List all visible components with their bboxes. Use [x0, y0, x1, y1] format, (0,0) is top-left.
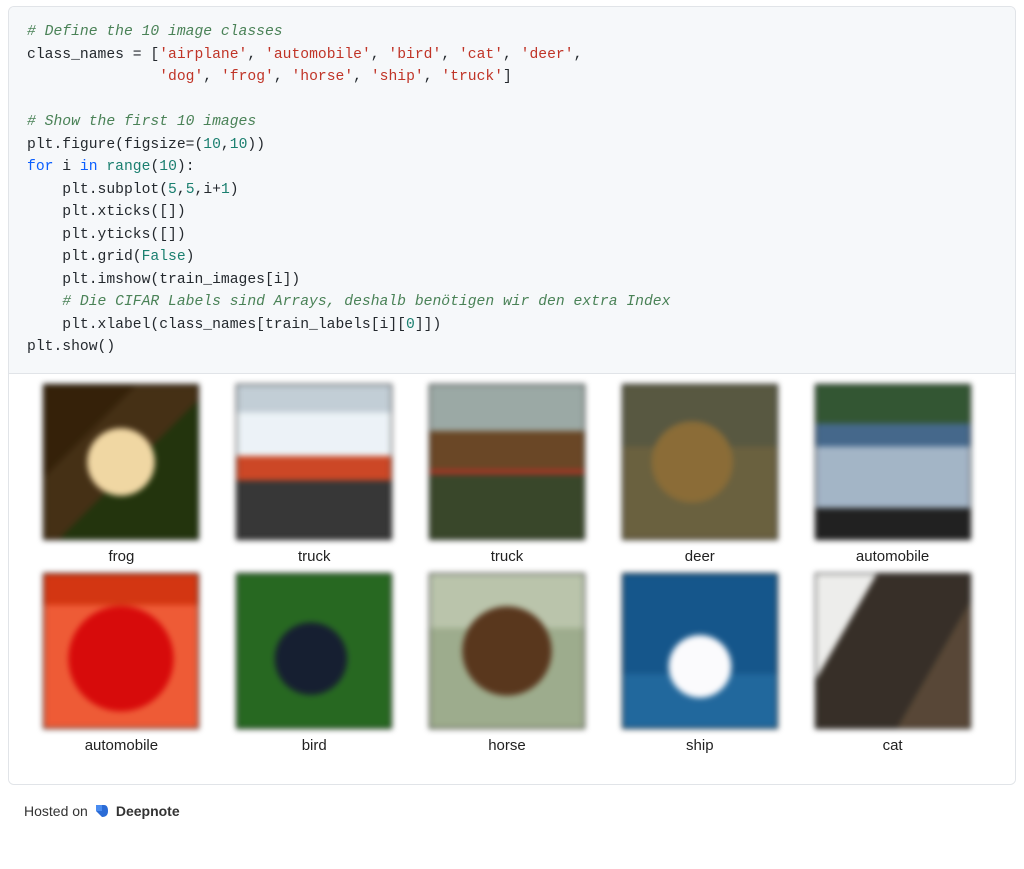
code-text: plt.show()	[27, 339, 115, 355]
code-keyword: for	[27, 159, 53, 175]
footer: Hosted on Deepnote	[0, 789, 1024, 833]
code-comment: # Show the first 10 images	[27, 114, 256, 130]
code-text: plt.yticks([])	[27, 227, 186, 243]
thumbnail-label: cat	[883, 737, 903, 754]
grid-item: truck	[413, 384, 602, 573]
thumbnail-image	[622, 573, 778, 729]
grid-item: deer	[605, 384, 794, 573]
thumbnail-label: truck	[298, 548, 331, 565]
code-keyword: in	[80, 159, 98, 175]
notebook-cell: # Define the 10 image classes class_name…	[8, 6, 1016, 785]
code-string: 'dog'	[159, 69, 203, 85]
thumbnail-image	[429, 573, 585, 729]
thumbnail-label: deer	[685, 548, 715, 565]
code-text: plt.figure(figsize=(	[27, 137, 203, 153]
footer-brand: Deepnote	[116, 803, 180, 819]
code-number: 10	[159, 159, 177, 175]
code-comment: # Define the 10 image classes	[27, 24, 283, 40]
code-text: plt.xlabel(class_names[train_labels[i][	[27, 317, 406, 333]
code-string: 'airplane'	[159, 47, 247, 63]
code-string: 'ship'	[371, 69, 424, 85]
code-text: class_names = [	[27, 47, 159, 63]
code-number: 10	[230, 137, 248, 153]
thumbnail-image	[815, 384, 971, 540]
code-keyword: False	[142, 249, 186, 265]
grid-item: ship	[605, 573, 794, 762]
grid-item: automobile	[27, 573, 216, 762]
code-input[interactable]: # Define the 10 image classes class_name…	[9, 7, 1015, 374]
thumbnail-label: bird	[302, 737, 327, 754]
thumbnail-image	[815, 573, 971, 729]
thumbnail-image	[429, 384, 585, 540]
code-string: 'frog'	[221, 69, 274, 85]
image-grid: frog truck truck deer automobile automobile bi…	[27, 384, 987, 762]
code-string: 'horse'	[291, 69, 353, 85]
thumbnail-image	[43, 573, 199, 729]
code-number: 0	[406, 317, 415, 333]
code-builtin: range	[98, 159, 151, 175]
code-text: plt.imshow(train_images[i])	[27, 272, 300, 288]
grid-item: truck	[220, 384, 409, 573]
grid-item: frog	[27, 384, 216, 573]
code-string: 'bird'	[388, 47, 441, 63]
thumbnail-label: frog	[108, 548, 134, 565]
thumbnail-label: truck	[491, 548, 524, 565]
code-text: plt.grid(	[27, 249, 142, 265]
thumbnail-image	[622, 384, 778, 540]
code-string: 'cat'	[459, 47, 503, 63]
output-area[interactable]: frog truck truck deer automobile automobile bi…	[9, 374, 1015, 784]
grid-item: cat	[798, 573, 987, 762]
code-string: 'truck'	[441, 69, 503, 85]
code-comment: # Die CIFAR Labels sind Arrays, deshalb …	[27, 294, 670, 310]
code-number: 5	[168, 182, 177, 198]
thumbnail-label: ship	[686, 737, 714, 754]
thumbnail-label: automobile	[85, 737, 158, 754]
code-number: 10	[203, 137, 221, 153]
grid-item: automobile	[798, 384, 987, 573]
thumbnail-image	[236, 384, 392, 540]
thumbnail-label: horse	[488, 737, 526, 754]
code-text: plt.xticks([])	[27, 204, 186, 220]
code-string: 'automobile'	[265, 47, 371, 63]
grid-item: bird	[220, 573, 409, 762]
code-text: plt.subplot(	[27, 182, 168, 198]
grid-item: horse	[413, 573, 602, 762]
code-number: 5	[186, 182, 195, 198]
thumbnail-image	[236, 573, 392, 729]
thumbnail-label: automobile	[856, 548, 929, 565]
code-number: 1	[221, 182, 230, 198]
code-string: 'deer'	[521, 47, 574, 63]
deepnote-logo-icon	[94, 803, 110, 819]
footer-text: Hosted on	[24, 803, 88, 819]
thumbnail-image	[43, 384, 199, 540]
